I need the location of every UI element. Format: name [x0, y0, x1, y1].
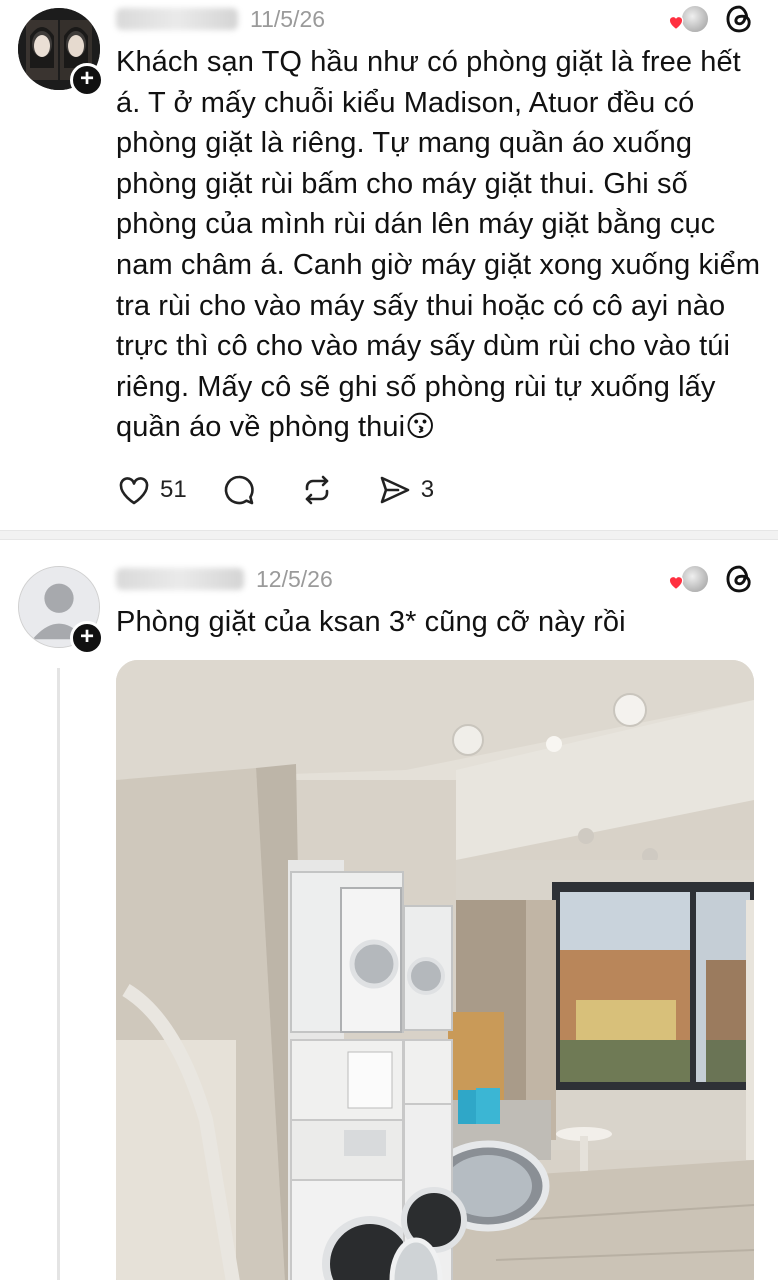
post-date: 12/5/26 [256, 565, 333, 592]
share-button[interactable]: 3 [377, 472, 434, 508]
laundry-room-photo [116, 660, 754, 1280]
heart-filled-icon [668, 15, 684, 31]
post-header-right [666, 2, 756, 36]
liked-by-indicator[interactable] [666, 562, 710, 596]
follow-plus-icon[interactable]: + [70, 63, 104, 97]
action-bar: 51 3 [116, 468, 468, 512]
post-text: Khách sạn TQ hầu như có phòng giặt là fr… [116, 46, 761, 444]
thread-post-2: + 12/5/26 Phòng giặt của ksan 3* cũng cỡ… [0, 540, 778, 1280]
threads-logo-icon[interactable] [722, 562, 756, 596]
speech-bubble-icon [224, 475, 254, 505]
thread-connector-line [57, 668, 60, 1280]
threads-logo-icon[interactable] [722, 2, 756, 36]
share-count: 3 [420, 476, 435, 503]
reply-button[interactable] [221, 472, 265, 508]
post-meta: 12/5/26 [116, 562, 333, 596]
like-count: 51 [160, 476, 187, 503]
follow-plus-icon[interactable]: + [70, 621, 104, 655]
repost-button[interactable] [299, 472, 343, 508]
post-divider [0, 530, 778, 540]
post-text: Phòng giặt của ksan 3* cũng cỡ này rồi [116, 606, 626, 638]
post-image-laundry-room[interactable] [116, 660, 754, 1280]
author-name-blurred[interactable] [116, 8, 238, 30]
paper-plane-icon [380, 476, 410, 504]
post-meta: 11/5/26 [116, 2, 325, 36]
heart-filled-icon [668, 575, 684, 591]
heart-outline-icon [119, 477, 149, 505]
repost-arrows-icon [305, 475, 329, 505]
like-button[interactable]: 51 [116, 472, 187, 508]
liked-by-indicator[interactable] [666, 2, 710, 36]
post-header-right [666, 562, 756, 596]
author-name-blurred[interactable] [116, 568, 244, 590]
post-date: 11/5/26 [250, 5, 326, 32]
thread-post-1: + 11/5/26 Khách sạn TQ hầu như có phòng … [0, 0, 778, 530]
